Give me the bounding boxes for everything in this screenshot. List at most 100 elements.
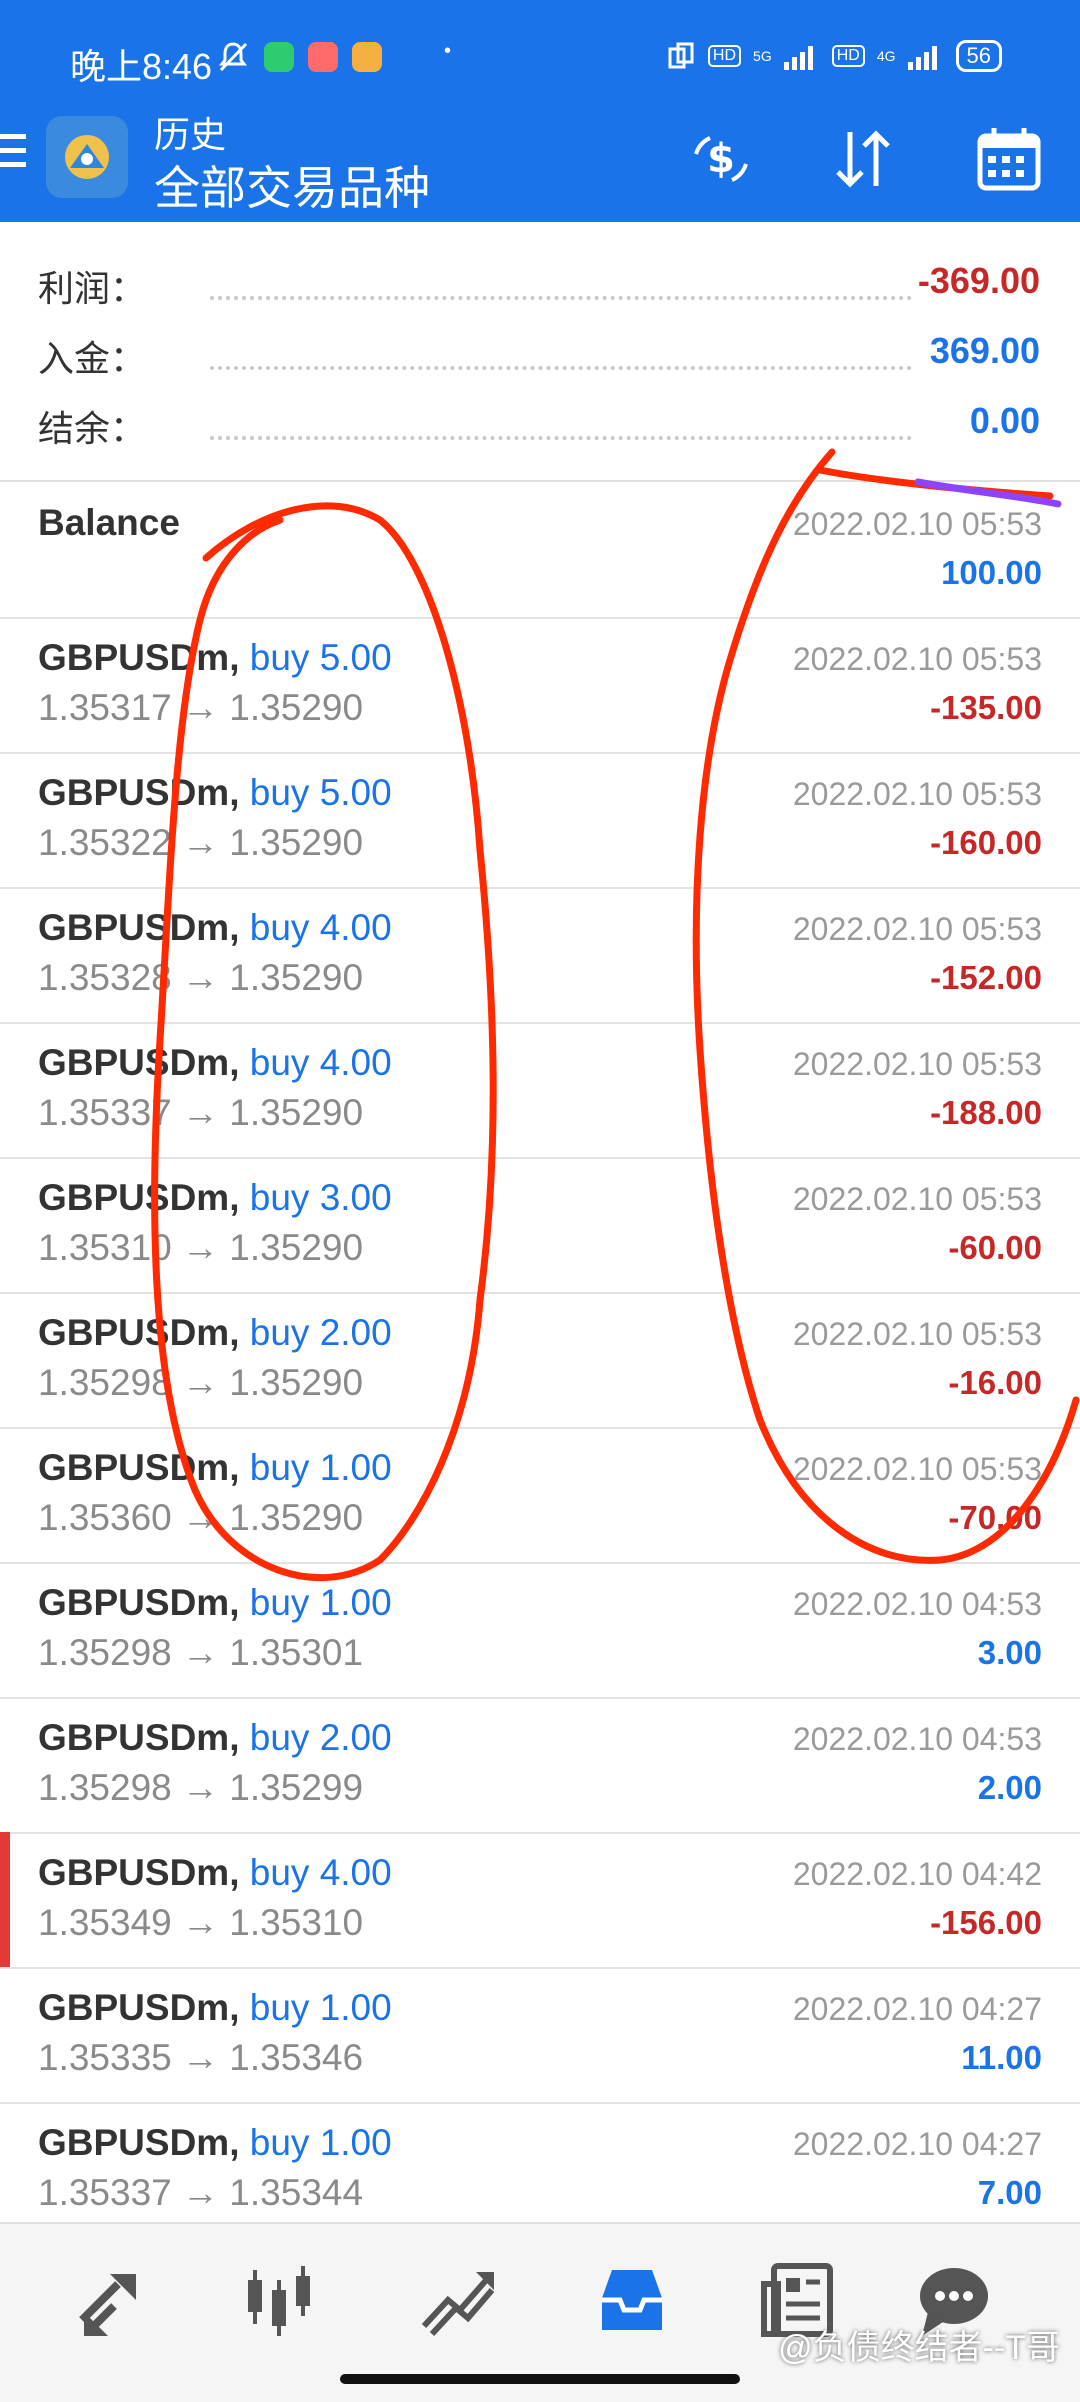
trade-symbol: GBPUSDm, buy 1.00 <box>38 1447 392 1489</box>
trade-symbol-name: GBPUSDm, <box>38 1582 240 1623</box>
trade-icon[interactable] <box>418 2260 498 2340</box>
trade-date: 2022.02.10 05:53 <box>792 1451 1042 1487</box>
trade-profit: -160.00 <box>930 824 1042 861</box>
trade-prices: 1.35328 → 1.35290 <box>38 957 364 998</box>
trade-symbol: GBPUSDm, buy 3.00 <box>38 1177 392 1219</box>
app-logo <box>46 116 128 198</box>
trade-symbol: GBPUSDm, buy 4.00 <box>38 1042 392 1084</box>
home-indicator[interactable] <box>340 2374 740 2384</box>
trade-side-volume: buy 1.00 <box>249 1582 392 1623</box>
trade-row[interactable]: GBPUSDm, buy 1.00 1.35360 → 1.35290 2022.0… <box>0 1427 1080 1564</box>
balance-summary-row: 结余： 0.00 <box>38 400 1042 460</box>
deal-date: 2022.02.10 05:53 <box>792 506 1042 542</box>
trade-date: 2022.02.10 04:27 <box>792 2126 1042 2162</box>
trade-side-volume: buy 1.00 <box>249 1987 392 2028</box>
status-time: 晚上8:46 <box>70 46 213 87</box>
balance-value: 0.00 <box>969 400 1040 441</box>
trade-symbol-name: GBPUSDm, <box>38 1042 240 1083</box>
trade-row[interactable]: GBPUSDm, buy 5.00 1.35322 → 1.35290 2022.0… <box>0 752 1080 889</box>
trade-symbol: GBPUSDm, buy 1.00 <box>38 1987 392 2029</box>
trade-symbol: GBPUSDm, buy 5.00 <box>38 772 392 814</box>
signal-icon-2 <box>907 46 937 70</box>
trade-row[interactable]: GBPUSDm, buy 4.00 1.35337 → 1.35290 2022.0… <box>0 1022 1080 1159</box>
trade-row[interactable]: GBPUSDm, buy 3.00 1.35310 → 1.35290 2022.0… <box>0 1157 1080 1294</box>
currency-exchange-icon[interactable]: $ <box>686 124 756 194</box>
trade-side-volume: buy 4.00 <box>249 1042 392 1083</box>
trade-symbol: GBPUSDm, buy 4.00 <box>38 1852 392 1894</box>
trade-side-volume: buy 4.00 <box>249 907 392 948</box>
profit-value: -369.00 <box>917 260 1040 301</box>
trade-row[interactable]: GBPUSDm, buy 5.00 1.35317 → 1.35290 2022.0… <box>0 617 1080 754</box>
sort-icon[interactable] <box>828 124 898 194</box>
more-notifications-dot: • <box>444 40 452 62</box>
deposit-label: 入金： <box>38 338 147 379</box>
signal-icon-1 <box>783 46 813 70</box>
page-title-section: 历史 <box>154 114 227 155</box>
page-title-symbols[interactable]: 全部交易品种 <box>154 152 430 218</box>
trade-prices: 1.35360 → 1.35290 <box>38 1497 364 1538</box>
trade-symbol: GBPUSDm, buy 2.00 <box>38 1312 392 1354</box>
news-app-icon <box>308 42 338 72</box>
trade-symbol: GBPUSDm, buy 1.00 <box>38 2122 392 2164</box>
trade-profit: -60.00 <box>948 1229 1042 1266</box>
trade-prices: 1.35298 → 1.35299 <box>38 1767 364 1808</box>
trade-date: 2022.02.10 04:53 <box>792 1721 1042 1757</box>
chart-icon[interactable] <box>240 2260 320 2340</box>
trade-profit: -135.00 <box>930 689 1042 726</box>
trade-symbol-name: GBPUSDm, <box>38 1987 240 2028</box>
hd-label-1: HD <box>707 45 742 67</box>
watermark-text: @负债终结者--T哥 <box>778 2329 1060 2367</box>
trade-row[interactable]: GBPUSDm, buy 4.00 1.35349 → 1.35310 2022.0… <box>0 1832 1080 1969</box>
trade-row[interactable]: GBPUSDm, buy 1.00 1.35337 → 1.35344 2022.0… <box>0 2102 1080 2239</box>
app-bar: 历史 全部交易品种 $ <box>0 100 1080 222</box>
trade-profit: -188.00 <box>930 1094 1042 1131</box>
trade-row[interactable]: GBPUSDm, buy 4.00 1.35328 → 1.35290 2022.0… <box>0 887 1080 1024</box>
calendar-icon[interactable] <box>974 124 1044 194</box>
menu-icon[interactable] <box>0 134 28 184</box>
trade-row[interactable]: GBPUSDm, buy 2.00 1.35298 → 1.35299 2022.0… <box>0 1697 1080 1834</box>
trade-symbol-name: GBPUSDm, <box>38 1717 240 1758</box>
trade-profit: 3.00 <box>977 1634 1042 1671</box>
trade-row[interactable]: GBPUSDm, buy 1.00 1.35335 → 1.35346 2022.0… <box>0 1967 1080 2104</box>
profit-row: 利润： -369.00 <box>38 260 1042 320</box>
trade-symbol: GBPUSDm, buy 2.00 <box>38 1717 392 1759</box>
deposit-row: 入金： 369.00 <box>38 330 1042 390</box>
trade-date: 2022.02.10 04:53 <box>792 1586 1042 1622</box>
trade-prices: 1.35317 → 1.35290 <box>38 687 364 728</box>
trade-prices: 1.35322 → 1.35290 <box>38 822 364 863</box>
network-type-2: 4G <box>876 48 896 64</box>
trade-symbol-name: GBPUSDm, <box>38 1312 240 1353</box>
balance-operation-label: Balance <box>38 502 180 543</box>
trade-date: 2022.02.10 05:53 <box>792 1181 1042 1217</box>
trade-date: 2022.02.10 05:53 <box>792 641 1042 677</box>
quotes-icon[interactable] <box>70 2260 150 2340</box>
trade-date: 2022.02.10 05:53 <box>792 1316 1042 1352</box>
deal-amount: 100.00 <box>941 554 1042 591</box>
mute-icon <box>219 42 248 72</box>
bottom-navigation: @负债终结者--T哥 <box>0 2222 1080 2402</box>
trade-profit: 7.00 <box>977 2174 1042 2211</box>
trade-date: 2022.02.10 05:53 <box>792 1046 1042 1082</box>
trade-profit: -16.00 <box>948 1364 1042 1401</box>
trade-profit: -152.00 <box>930 959 1042 996</box>
balance-operation-row[interactable]: Balance 2022.02.10 05:53 100.00 <box>0 482 1080 619</box>
history-icon[interactable] <box>592 2260 672 2340</box>
hd-label-2: HD <box>831 45 865 67</box>
trade-date: 2022.02.10 04:42 <box>792 1856 1042 1892</box>
trade-date: 2022.02.10 05:53 <box>792 776 1042 812</box>
trade-side-volume: buy 1.00 <box>249 1447 392 1488</box>
system-icons: HD 5G HD 4G 56 <box>666 40 1002 72</box>
trade-prices: 1.35337 → 1.35344 <box>38 2172 364 2213</box>
trade-row[interactable]: GBPUSDm, buy 2.00 1.35298 → 1.35290 2022.0… <box>0 1292 1080 1429</box>
leader-dots <box>210 436 912 440</box>
trade-symbol: GBPUSDm, buy 5.00 <box>38 637 392 679</box>
profit-label: 利润： <box>38 268 147 309</box>
screen-rotate-icon <box>668 42 694 69</box>
trade-prices: 1.35349 → 1.35310 <box>38 1902 364 1943</box>
trade-row[interactable]: GBPUSDm, buy 1.00 1.35298 → 1.35301 2022.0… <box>0 1562 1080 1699</box>
trade-symbol-name: GBPUSDm, <box>38 1177 240 1218</box>
trade-symbol: GBPUSDm, buy 4.00 <box>38 907 392 949</box>
trade-side-volume: buy 1.00 <box>249 2122 392 2163</box>
trade-symbol-name: GBPUSDm, <box>38 772 240 813</box>
trade-profit: -70.00 <box>948 1499 1042 1536</box>
